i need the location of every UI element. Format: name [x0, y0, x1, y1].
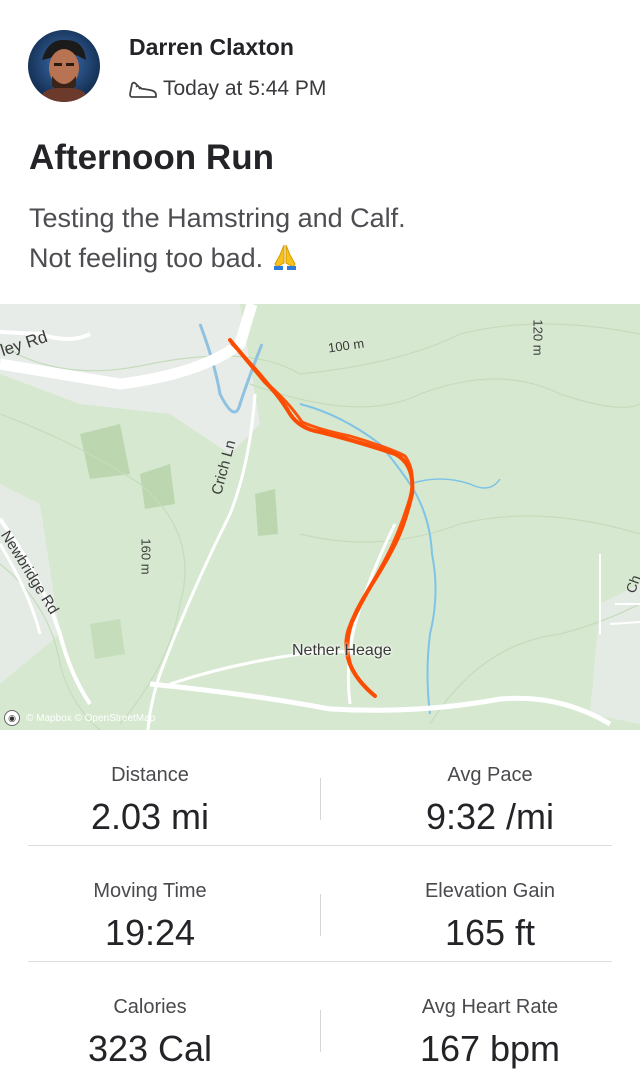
- activity-time: Today at 5:44 PM: [163, 77, 327, 100]
- activity-meta: Today at 5:44 PM: [127, 74, 326, 104]
- activity-title[interactable]: Afternoon Run: [29, 138, 274, 178]
- map-contour-label: 120 m: [530, 319, 546, 356]
- stat-row: Calories 323 Cal Avg Heart Rate 167 bpm: [28, 962, 612, 1077]
- stat-label: Calories: [113, 996, 187, 1018]
- stat-value: 323 Cal: [87, 1028, 213, 1069]
- pray-emoji-icon: [271, 242, 299, 282]
- stat-label: Moving Time: [93, 880, 207, 902]
- map-place-label: Nether Heage: [292, 642, 392, 659]
- author-name[interactable]: Darren Claxton: [129, 34, 294, 61]
- activity-header: Darren Claxton Today at 5:44 PM: [0, 0, 640, 130]
- stat-distance: Distance 2.03 mi: [0, 730, 300, 845]
- stat-value: 167 bpm: [419, 1028, 561, 1069]
- avatar[interactable]: [28, 30, 100, 102]
- stat-divider: [320, 894, 321, 936]
- map-attribution[interactable]: ◉ © Mapbox © OpenStreetMap: [4, 710, 155, 726]
- description-line-1: Testing the Hamstring and Calf.: [29, 203, 406, 233]
- stat-avg-pace: Avg Pace 9:32 /mi: [340, 730, 640, 845]
- activity-stats: Distance 2.03 mi Avg Pace 9:32 /mi Movin…: [28, 730, 612, 1077]
- stat-divider: [320, 1010, 321, 1052]
- stat-label: Avg Heart Rate: [421, 996, 559, 1018]
- stat-label: Avg Pace: [447, 764, 533, 786]
- stat-moving-time: Moving Time 19:24: [0, 846, 300, 961]
- map-contour-label: 160 m: [138, 538, 154, 575]
- stat-value: 165 ft: [444, 912, 536, 953]
- route-map[interactable]: ley Rd 100 m 120 m Crich Ln Newbridge Rd…: [0, 304, 640, 730]
- stat-avg-heart-rate: Avg Heart Rate 167 bpm: [340, 962, 640, 1077]
- stat-label: Elevation Gain: [424, 880, 556, 902]
- description-line-2: Not feeling too bad.: [29, 238, 406, 282]
- stat-value: 2.03 mi: [90, 796, 210, 837]
- run-shoe-icon: [127, 77, 159, 101]
- stat-calories: Calories 323 Cal: [0, 962, 300, 1077]
- stat-label: Distance: [111, 764, 189, 786]
- stat-divider: [320, 778, 321, 820]
- mapbox-logo-icon: ◉: [4, 710, 20, 726]
- stat-value: 19:24: [104, 912, 196, 953]
- stat-value: 9:32 /mi: [425, 796, 555, 837]
- stat-row: Distance 2.03 mi Avg Pace 9:32 /mi: [28, 730, 612, 846]
- stat-elevation-gain: Elevation Gain 165 ft: [340, 846, 640, 961]
- activity-description: Testing the Hamstring and Calf. Not feel…: [29, 198, 406, 282]
- stat-row: Moving Time 19:24 Elevation Gain 165 ft: [28, 846, 612, 962]
